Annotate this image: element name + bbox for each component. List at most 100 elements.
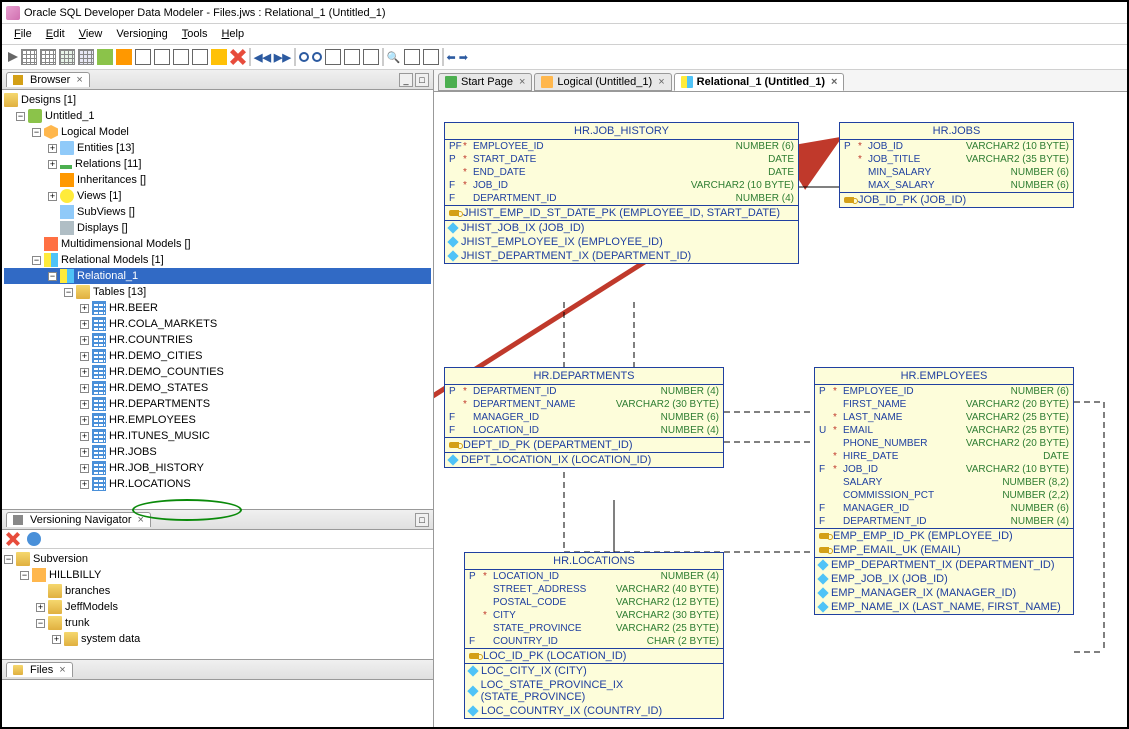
tree-branches[interactable]: branches (4, 583, 431, 599)
tree-table-locations[interactable]: +HR.LOCATIONS (4, 476, 431, 492)
pointer-tool-icon[interactable] (8, 52, 18, 62)
box4-icon[interactable] (192, 49, 208, 65)
expand-icon[interactable]: + (80, 336, 89, 345)
fit2-icon[interactable] (344, 49, 360, 65)
tab-relational[interactable]: Relational_1 (Untitled_1)× (674, 73, 845, 91)
tree-table-departments[interactable]: +HR.DEPARTMENTS (4, 396, 431, 412)
refresh-icon[interactable] (27, 532, 41, 546)
browser-tree[interactable]: Designs [1] −Untitled_1 −Logical Model +… (2, 90, 433, 509)
collapse-icon[interactable]: − (48, 272, 57, 281)
expand-icon[interactable]: + (80, 448, 89, 457)
tree-subviews[interactable]: SubViews [] (4, 204, 431, 220)
expand-icon[interactable]: + (80, 416, 89, 425)
expand-icon[interactable]: + (80, 368, 89, 377)
box3-icon[interactable] (173, 49, 189, 65)
tree-tables[interactable]: −Tables [13] (4, 284, 431, 300)
expand-icon[interactable]: + (80, 400, 89, 409)
zoom-out-icon[interactable] (312, 52, 322, 62)
expand-icon[interactable]: + (80, 304, 89, 313)
grid3-icon[interactable] (59, 49, 75, 65)
expand-icon[interactable]: + (48, 160, 57, 169)
tree-table-employees[interactable]: +HR.EMPLOYEES (4, 412, 431, 428)
tree-relational1[interactable]: −Relational_1 (4, 268, 431, 284)
close-icon[interactable]: × (831, 76, 837, 88)
collapse-icon[interactable]: − (4, 555, 13, 564)
tree-table-job-history[interactable]: +HR.JOB_HISTORY (4, 460, 431, 476)
expand-icon[interactable]: + (52, 635, 61, 644)
menu-file[interactable]: File (8, 26, 38, 42)
versioning-tab[interactable]: Versioning Navigator × (6, 512, 151, 527)
collapse-icon[interactable]: − (64, 288, 73, 297)
tree-entities[interactable]: +Entities [13] (4, 140, 431, 156)
tab-start-page[interactable]: Start Page× (438, 73, 532, 91)
menu-help[interactable]: Help (215, 26, 250, 42)
expand-icon[interactable]: + (36, 603, 45, 612)
tree-table-beer[interactable]: +HR.BEER (4, 300, 431, 316)
close-icon[interactable]: × (76, 74, 82, 86)
tree-views[interactable]: +Views [1] (4, 188, 431, 204)
menu-tools[interactable]: Tools (176, 26, 214, 42)
entity-locations[interactable]: HR.LOCATIONS P*LOCATION_IDNUMBER (4)STRE… (464, 552, 724, 719)
tree-inheritances[interactable]: Inheritances [] (4, 172, 431, 188)
grid-icon[interactable] (21, 49, 37, 65)
entity-departments[interactable]: HR.DEPARTMENTS P*DEPARTMENT_IDNUMBER (4)… (444, 367, 724, 468)
expand-icon[interactable]: + (80, 320, 89, 329)
tree-table-demo-counties[interactable]: +HR.DEMO_COUNTIES (4, 364, 431, 380)
delete-icon[interactable] (230, 49, 246, 65)
tree-table-jobs[interactable]: +HR.JOBS (4, 444, 431, 460)
menu-edit[interactable]: Edit (40, 26, 71, 42)
tree-table-demo-cities[interactable]: +HR.DEMO_CITIES (4, 348, 431, 364)
binoculars-icon[interactable]: 🔍 (387, 51, 401, 64)
versioning-tree[interactable]: −Subversion −HILLBILLY branches +JeffMod… (2, 549, 433, 659)
collapse-icon[interactable]: − (16, 112, 25, 121)
browser-tab[interactable]: Browser × (6, 72, 90, 87)
expand-icon[interactable]: + (48, 144, 57, 153)
tree-multidim[interactable]: Multidimensional Models [] (4, 236, 431, 252)
box2-icon[interactable] (154, 49, 170, 65)
expand-icon[interactable]: + (80, 480, 89, 489)
extra1-icon[interactable] (404, 49, 420, 65)
tree-logical[interactable]: −Logical Model (4, 124, 431, 140)
back-icon[interactable]: ⬅ (447, 51, 456, 64)
menu-view[interactable]: View (73, 26, 109, 42)
zoom-in-icon[interactable] (299, 52, 309, 62)
expand-icon[interactable]: + (80, 352, 89, 361)
expand-icon[interactable]: + (80, 432, 89, 441)
collapse-icon[interactable]: − (32, 128, 41, 137)
entity-employees[interactable]: HR.EMPLOYEES P*EMPLOYEE_IDNUMBER (6)FIRS… (814, 367, 1074, 615)
tree-designs[interactable]: Designs [1] (4, 92, 431, 108)
files-tab[interactable]: Files × (6, 662, 73, 677)
diagram-canvas[interactable]: HR.JOB_HISTORY PF*EMPLOYEE_IDNUMBER (6)P… (434, 92, 1127, 727)
close-icon[interactable]: × (138, 514, 144, 526)
yellow-box-icon[interactable] (211, 49, 227, 65)
box1-icon[interactable] (135, 49, 151, 65)
collapse-icon[interactable]: − (36, 619, 45, 628)
entity-job-history[interactable]: HR.JOB_HISTORY PF*EMPLOYEE_IDNUMBER (6)P… (444, 122, 799, 264)
tree-relmodels[interactable]: −Relational Models [1] (4, 252, 431, 268)
tree-untitled[interactable]: −Untitled_1 (4, 108, 431, 124)
tab-logical[interactable]: Logical (Untitled_1)× (534, 73, 671, 91)
tree-displays[interactable]: Displays [] (4, 220, 431, 236)
close-icon[interactable]: × (519, 76, 525, 88)
tree-hillbilly[interactable]: −HILLBILLY (4, 567, 431, 583)
expand-icon[interactable]: + (80, 384, 89, 393)
tree-trunk[interactable]: −trunk (4, 615, 431, 631)
maximize-panel-icon[interactable]: □ (415, 513, 429, 527)
nav-last-icon[interactable]: ▶▶ (274, 51, 291, 64)
collapse-icon[interactable]: − (32, 256, 41, 265)
extra2-icon[interactable] (423, 49, 439, 65)
tree-table-cola[interactable]: +HR.COLA_MARKETS (4, 316, 431, 332)
collapse-icon[interactable]: − (20, 571, 29, 580)
expand-icon[interactable]: + (80, 464, 89, 473)
tree-table-itunes[interactable]: +HR.ITUNES_MUSIC (4, 428, 431, 444)
maximize-panel-icon[interactable]: □ (415, 73, 429, 87)
fit-icon[interactable] (325, 49, 341, 65)
grid2-icon[interactable] (40, 49, 56, 65)
forward-icon[interactable]: ➡ (459, 51, 468, 64)
entity-jobs[interactable]: HR.JOBS P*JOB_IDVARCHAR2 (10 BYTE)*JOB_T… (839, 122, 1074, 208)
tree-subversion[interactable]: −Subversion (4, 551, 431, 567)
minimize-panel-icon[interactable]: _ (399, 73, 413, 87)
tree-systemdata[interactable]: +system data (4, 631, 431, 647)
fit3-icon[interactable] (363, 49, 379, 65)
close-icon[interactable]: × (59, 664, 65, 676)
